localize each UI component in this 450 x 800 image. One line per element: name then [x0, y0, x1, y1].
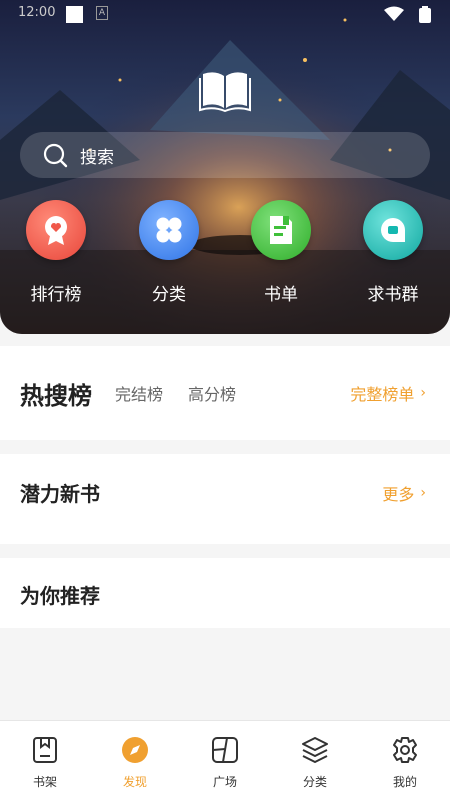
bottom-nav: 书架 发现 广场 分类 我的	[0, 720, 450, 800]
shortcut-ranking[interactable]: 排行榜	[11, 200, 101, 305]
gear-icon	[393, 737, 417, 763]
nav-label: 书架	[32, 775, 57, 789]
section-title: 为你推荐	[20, 584, 100, 608]
nav-discover[interactable]: 发现	[90, 735, 180, 790]
category-grid-icon	[139, 200, 199, 260]
potential-new-books-section: 潜力新书 更多 ›	[0, 454, 450, 544]
section-title: 热搜榜	[20, 382, 92, 410]
battery-icon	[419, 6, 431, 23]
shortcut-category[interactable]: 分类	[124, 200, 214, 305]
chat-bubble-icon	[363, 200, 423, 260]
chevron-right-icon: ›	[420, 385, 426, 401]
square-icon	[212, 737, 238, 763]
nav-label: 我的	[392, 775, 417, 789]
shortcut-label: 求书群	[367, 285, 419, 305]
nav-category[interactable]: 分类	[270, 735, 360, 790]
section-title: 潜力新书	[20, 482, 100, 506]
nav-label: 发现	[122, 775, 147, 789]
a-notification-icon: A	[96, 6, 108, 20]
nav-square[interactable]: 广场	[180, 735, 270, 790]
full-ranking-link[interactable]: 完整榜单 ›	[350, 381, 426, 405]
nav-label: 分类	[302, 775, 327, 789]
search-placeholder: 搜索	[80, 147, 114, 168]
nav-mine[interactable]: 我的	[360, 735, 450, 790]
layers-icon	[302, 737, 328, 763]
shortcut-label: 排行榜	[30, 285, 82, 305]
status-bar: 12:00 A	[0, 0, 450, 30]
compass-icon	[122, 737, 148, 763]
chevron-right-icon: ›	[420, 485, 426, 501]
more-link[interactable]: 更多 ›	[382, 481, 426, 505]
open-book-icon	[199, 72, 251, 112]
shortcut-label: 书单	[264, 285, 298, 305]
search-bar[interactable]: 搜索	[20, 132, 430, 178]
discover-header: 12:00 A 搜索 排行榜 分类 书单 求书群	[0, 0, 450, 334]
wifi-icon	[384, 6, 404, 21]
booklist-icon	[251, 200, 311, 260]
nav-label: 广场	[212, 775, 237, 789]
hot-search-section: 热搜榜 完结榜 高分榜 完整榜单 ›	[0, 346, 450, 440]
tab-completed[interactable]: 完结榜	[115, 381, 163, 405]
shortcut-row: 排行榜 分类 书单 求书群	[0, 200, 450, 310]
shortcut-book-group[interactable]: 求书群	[348, 200, 438, 305]
status-time: 12:00	[18, 5, 56, 20]
more-label: 完整榜单	[350, 385, 415, 404]
bookshelf-icon	[33, 737, 57, 763]
shortcut-label: 分类	[152, 285, 186, 305]
notification-icon	[66, 6, 83, 23]
more-label: 更多	[382, 485, 415, 504]
tab-high-score[interactable]: 高分榜	[188, 381, 236, 405]
ranking-badge-icon	[26, 200, 86, 260]
nav-bookshelf[interactable]: 书架	[0, 735, 90, 790]
search-icon	[43, 143, 68, 168]
shortcut-booklist[interactable]: 书单	[236, 200, 326, 305]
recommend-section: 为你推荐	[0, 558, 450, 628]
